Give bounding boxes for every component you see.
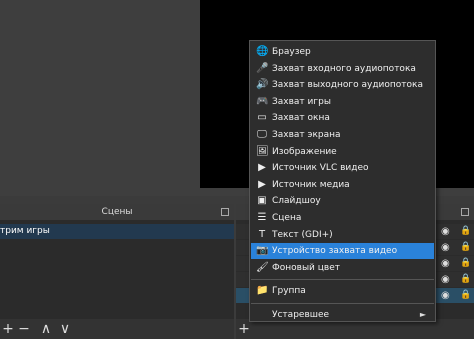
lock-icon[interactable]: 🔒 xyxy=(460,258,471,269)
text-icon: T xyxy=(258,228,266,240)
menu-item[interactable]: 🌐 Браузер xyxy=(251,44,434,60)
play-icon: ▶ xyxy=(258,178,266,190)
list-icon: ☰ xyxy=(257,212,267,223)
brush-icon: 🖌 xyxy=(256,261,269,273)
menu-item-label: Устройство захвата видео xyxy=(272,246,398,257)
menu-item[interactable]: T Текст (GDI+) xyxy=(251,227,434,243)
menu-item-label: Захват выходного аудиопотока xyxy=(272,80,423,91)
undock-icon[interactable] xyxy=(221,208,229,216)
folder-icon: 📁 xyxy=(256,285,269,297)
undock-icon[interactable] xyxy=(461,208,469,216)
add-source-button[interactable]: + xyxy=(236,321,252,337)
menu-item-label: Изображение xyxy=(272,146,337,157)
menu-item-label: Устаревшее xyxy=(272,310,330,320)
move-up-button[interactable]: ∧ xyxy=(38,321,54,337)
lock-icon[interactable]: 🔒 xyxy=(460,274,471,285)
globe-icon: 🌐 xyxy=(256,46,269,57)
lock-icon[interactable]: 🔒 xyxy=(460,290,471,301)
menu-item[interactable]: 📁 Группа xyxy=(251,283,434,299)
window-icon: ▭ xyxy=(257,112,267,124)
menu-item[interactable]: 📷 Устройство захвата видео xyxy=(251,243,434,260)
submenu-arrow-icon: ► xyxy=(419,310,426,319)
menu-item[interactable]: 🖌 Фоновый цвет xyxy=(251,260,434,276)
remove-scene-button[interactable]: − xyxy=(16,321,32,337)
gamepad-icon: 🎮 xyxy=(256,95,269,107)
menu-item-label: Текст (GDI+) xyxy=(272,229,333,240)
add-scene-button[interactable]: + xyxy=(0,321,16,337)
menu-item-label: Сцена xyxy=(272,213,302,223)
lock-icon[interactable]: 🔒 xyxy=(460,242,471,253)
menu-item[interactable]: ▭ Захват окна xyxy=(251,110,434,126)
menu-item-label: Источник VLC видео xyxy=(272,163,369,174)
menu-item[interactable]: ▣ Слайдшоу xyxy=(251,193,434,209)
menu-item-label: Захват входного аудиопотока xyxy=(272,63,416,74)
scenes-dock: Сцены трим игры + − ∧ ∨ xyxy=(0,204,234,339)
add-source-context-menu: 🌐 Браузер 🎤 Захват входного аудиопотока 🔊 Зах… xyxy=(249,40,436,322)
menu-item-label: Группа xyxy=(272,286,306,297)
scenes-dock-title: Сцены xyxy=(0,204,234,220)
menu-item[interactable]: ☰ Сцена xyxy=(251,210,434,226)
menu-separator xyxy=(251,279,434,281)
camera-icon: 📷 xyxy=(256,245,269,257)
monitor-icon: 🖵 xyxy=(257,129,267,140)
menu-item[interactable]: 🔊 Захват выходного аудиопотока xyxy=(251,77,434,93)
menu-item-label: Захват экрана xyxy=(272,130,341,140)
menu-item-label: Захват игры xyxy=(272,96,331,107)
menu-item-label: Источник медиа xyxy=(272,179,350,190)
scenes-title: Сцены xyxy=(101,207,133,217)
menu-item[interactable]: 🎮 Захват игры xyxy=(251,94,434,110)
slideshow-icon: ▣ xyxy=(257,195,267,207)
lock-icon[interactable]: 🔒 xyxy=(460,226,471,237)
menu-item[interactable]: ▶ Источник VLC видео xyxy=(251,160,434,176)
menu-item[interactable]: 🖼 Изображение xyxy=(251,144,434,160)
eye-icon[interactable]: ◉ xyxy=(441,290,452,301)
speaker-icon: 🔊 xyxy=(256,79,269,91)
scenes-toolbar: + − ∧ ∨ xyxy=(0,319,234,339)
move-down-button[interactable]: ∨ xyxy=(57,321,73,337)
menu-item-label: Слайдшоу xyxy=(272,196,321,207)
scene-item[interactable]: трим игры xyxy=(0,224,234,239)
menu-item[interactable]: ▶ Источник медиа xyxy=(251,177,434,193)
microphone-icon: 🎤 xyxy=(256,62,269,74)
eye-icon[interactable]: ◉ xyxy=(441,226,452,237)
menu-item[interactable]: 🖵 Захват экрана xyxy=(251,127,434,143)
menu-separator xyxy=(251,303,434,304)
eye-icon[interactable]: ◉ xyxy=(441,242,452,253)
menu-item-label: Захват окна xyxy=(272,113,330,124)
image-icon: 🖼 xyxy=(256,145,269,157)
menu-item[interactable]: 🎤 Захват входного аудиопотока xyxy=(251,61,434,77)
play-icon: ▶ xyxy=(258,162,266,174)
menu-item[interactable]: Устаревшее ► xyxy=(251,307,434,323)
eye-icon[interactable]: ◉ xyxy=(441,274,452,285)
menu-item-label: Фоновый цвет xyxy=(272,262,340,273)
menu-item-label: Браузер xyxy=(272,47,311,57)
eye-icon[interactable]: ◉ xyxy=(441,258,452,269)
